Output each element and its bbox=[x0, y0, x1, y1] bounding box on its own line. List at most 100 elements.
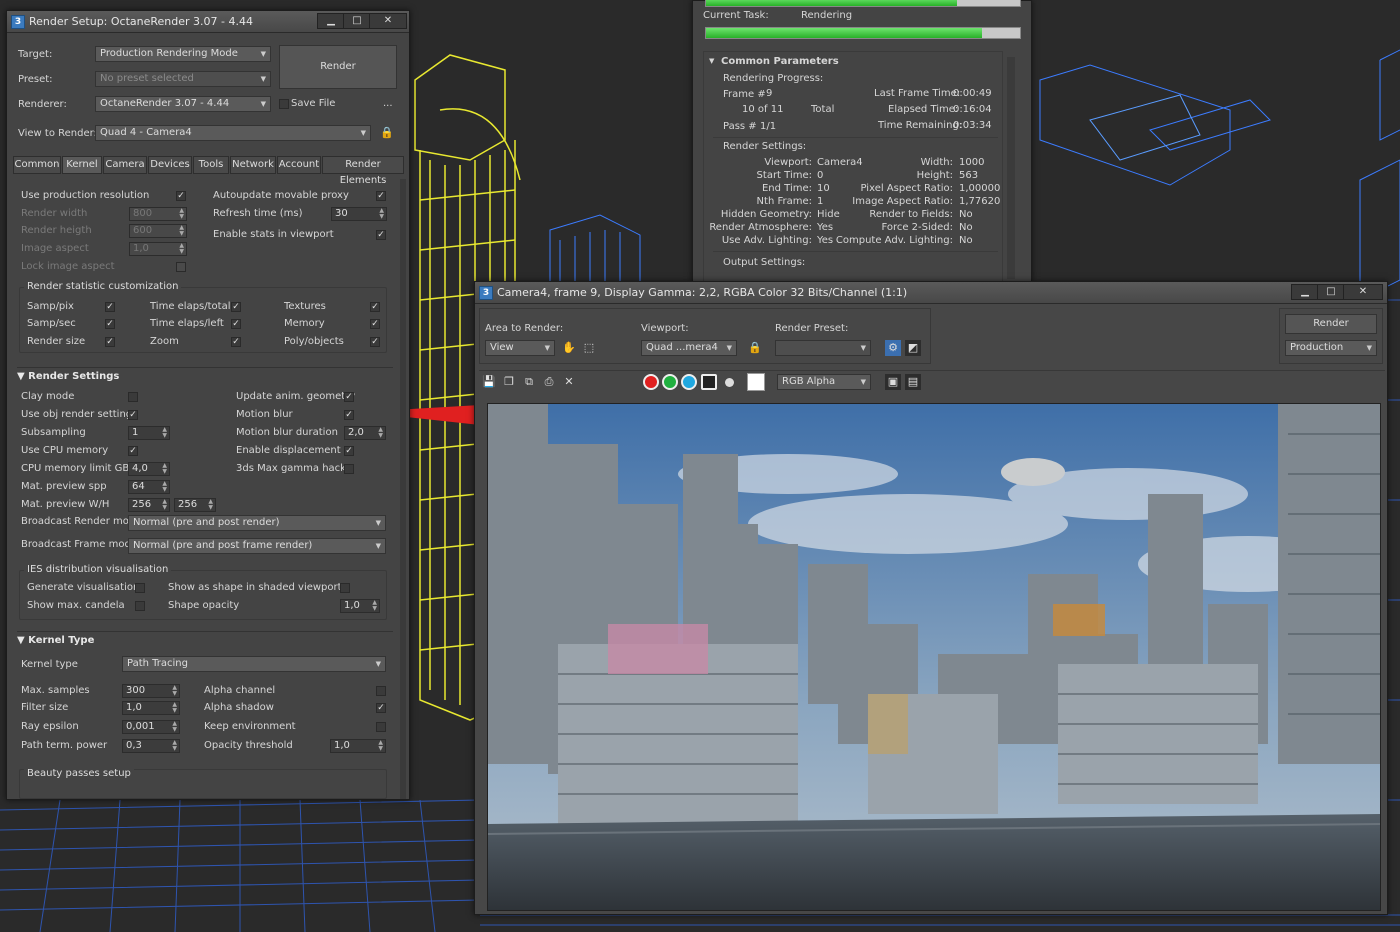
gamma-hack-checkbox[interactable] bbox=[344, 464, 354, 474]
path-term-value: 0,3 bbox=[126, 740, 142, 751]
stat-time-left-checkbox[interactable]: ✓ bbox=[231, 319, 241, 329]
max-samples-spinner[interactable]: 300 ▲ ▼ bbox=[122, 684, 180, 698]
stat-samp-pix-checkbox[interactable]: ✓ bbox=[105, 302, 115, 312]
save-file-checkbox[interactable] bbox=[279, 99, 289, 109]
blue-channel-icon[interactable] bbox=[681, 374, 697, 390]
target-dropdown[interactable]: Production Rendering Mode ▼ bbox=[95, 46, 271, 62]
last-frame-time-value: 0:00:49 bbox=[953, 88, 992, 99]
frame-render-button[interactable]: Render bbox=[1285, 314, 1377, 334]
maximize-button[interactable]: □ bbox=[343, 13, 371, 29]
stat-textures-checkbox[interactable]: ✓ bbox=[370, 302, 380, 312]
kernel-type-header[interactable]: ▼ Kernel Type bbox=[17, 631, 393, 649]
frame-titlebar[interactable]: 3 Camera4, frame 9, Display Gamma: 2,2, … bbox=[475, 282, 1387, 304]
clear-icon[interactable]: ✕ bbox=[561, 374, 577, 390]
keep-environment-checkbox[interactable] bbox=[376, 722, 386, 732]
tab-devices[interactable]: Devices bbox=[148, 156, 192, 174]
more-button[interactable]: ... bbox=[383, 98, 393, 109]
collapse-arrow-icon[interactable]: ▼ bbox=[709, 57, 714, 65]
green-channel-icon[interactable] bbox=[662, 374, 678, 390]
auto-region-icon[interactable]: ⬚ bbox=[581, 340, 597, 356]
monochrome-icon[interactable] bbox=[725, 378, 734, 387]
output-divider bbox=[713, 251, 998, 252]
spinner-arrows-icon: ▲ ▼ bbox=[172, 739, 177, 752]
area-to-render-dropdown[interactable]: View ▼ bbox=[485, 340, 555, 356]
save-icon[interactable]: 💾 bbox=[481, 374, 497, 390]
view-to-render-dropdown[interactable]: Quad 4 - Camera4 ▼ bbox=[95, 125, 371, 141]
motion-blur-checkbox[interactable]: ✓ bbox=[344, 410, 354, 420]
viewport-dropdown[interactable]: Quad ...mera4 ▼ bbox=[641, 340, 737, 356]
filter-size-spinner[interactable]: 1,0 ▲ ▼ bbox=[122, 701, 180, 715]
clay-mode-checkbox[interactable] bbox=[128, 392, 138, 402]
opacity-threshold-spinner[interactable]: 1,0 ▲ ▼ bbox=[330, 739, 386, 753]
channel-dropdown[interactable]: RGB Alpha ▼ bbox=[777, 374, 871, 390]
use-production-resolution-checkbox[interactable]: ✓ bbox=[176, 191, 186, 201]
alpha-shadow-checkbox[interactable]: ✓ bbox=[376, 703, 386, 713]
alpha-channel-icon[interactable] bbox=[701, 374, 717, 390]
renderer-dropdown[interactable]: OctaneRender 3.07 - 4.44 ▼ bbox=[95, 96, 271, 112]
common-parameters-title[interactable]: Common Parameters bbox=[721, 56, 839, 67]
copy-icon[interactable]: ❐ bbox=[501, 374, 517, 390]
red-channel-icon[interactable] bbox=[643, 374, 659, 390]
broadcast-render-dropdown[interactable]: Normal (pre and post render) ▼ bbox=[128, 515, 386, 531]
enable-displacement-checkbox[interactable]: ✓ bbox=[344, 446, 354, 456]
stat-memory-checkbox[interactable]: ✓ bbox=[370, 319, 380, 329]
lock-icon[interactable]: 🔒 bbox=[747, 340, 763, 356]
stat-time-total-checkbox[interactable]: ✓ bbox=[231, 302, 241, 312]
tab-network[interactable]: Network bbox=[230, 156, 276, 174]
minimize-button[interactable]: ▁ bbox=[317, 13, 345, 29]
stat-render-size-checkbox[interactable]: ✓ bbox=[105, 337, 115, 347]
minimize-button[interactable]: ▁ bbox=[1291, 284, 1319, 300]
mat-spp-spinner[interactable]: 64 ▲ ▼ bbox=[128, 480, 170, 494]
kernel-type-dropdown[interactable]: Path Tracing ▼ bbox=[122, 656, 386, 672]
render-button[interactable]: Render bbox=[279, 45, 397, 89]
preset-dropdown[interactable]: No preset selected ▼ bbox=[95, 71, 271, 87]
alpha-channel-checkbox[interactable] bbox=[376, 686, 386, 696]
clone-icon[interactable]: ⧉ bbox=[521, 374, 537, 390]
show-max-candela-checkbox[interactable] bbox=[135, 601, 145, 611]
stat-samp-sec-checkbox[interactable]: ✓ bbox=[105, 319, 115, 329]
render-preset-dropdown[interactable]: ▼ bbox=[775, 340, 871, 356]
broadcast-frame-dropdown[interactable]: Normal (pre and post frame render) ▼ bbox=[128, 538, 386, 554]
tab-common[interactable]: Common bbox=[13, 156, 61, 174]
show-shape-checkbox[interactable] bbox=[340, 583, 350, 593]
mat-w-spinner[interactable]: 256 ▲ ▼ bbox=[128, 498, 170, 512]
stat-poly-objects-checkbox[interactable]: ✓ bbox=[370, 337, 380, 347]
motion-blur-duration-spinner[interactable]: 2,0 ▲ ▼ bbox=[344, 426, 386, 440]
path-term-spinner[interactable]: 0,3 ▲ ▼ bbox=[122, 739, 180, 753]
background-color-swatch[interactable] bbox=[747, 373, 765, 391]
tab-camera[interactable]: Camera bbox=[103, 156, 147, 174]
edit-region-icon[interactable]: ✋ bbox=[561, 340, 577, 356]
tab-account[interactable]: Account bbox=[277, 156, 321, 174]
ray-epsilon-spinner[interactable]: 0,001 ▲ ▼ bbox=[122, 720, 180, 734]
tab-render-elements[interactable]: Render Elements bbox=[322, 156, 404, 186]
enable-stats-checkbox[interactable]: ✓ bbox=[376, 230, 386, 240]
generate-vis-checkbox[interactable] bbox=[135, 583, 145, 593]
frame-buffer-icon[interactable]: ▣ bbox=[885, 374, 901, 390]
use-cpu-memory-checkbox[interactable]: ✓ bbox=[128, 446, 138, 456]
subsampling-spinner[interactable]: 1 ▲ ▼ bbox=[128, 426, 170, 440]
production-dropdown[interactable]: Production ▼ bbox=[1285, 340, 1377, 356]
mat-h-spinner[interactable]: 256 ▲ ▼ bbox=[174, 498, 216, 512]
maximize-button[interactable]: □ bbox=[1317, 284, 1345, 300]
use-obj-settings-checkbox[interactable]: ✓ bbox=[128, 410, 138, 420]
render-setup-titlebar[interactable]: 3 Render Setup: OctaneRender 3.07 - 4.44… bbox=[7, 11, 409, 33]
lock-icon[interactable]: 🔒 bbox=[379, 125, 395, 141]
close-button[interactable]: ✕ bbox=[369, 13, 407, 29]
tab-tools[interactable]: Tools bbox=[193, 156, 229, 174]
progress-scrollbar[interactable] bbox=[1007, 57, 1015, 279]
update-anim-checkbox[interactable]: ✓ bbox=[344, 392, 354, 402]
render-settings-header[interactable]: ▼ Render Settings bbox=[17, 367, 393, 385]
stat-zoom-checkbox[interactable]: ✓ bbox=[231, 337, 241, 347]
refresh-time-spinner[interactable]: 30 ▲ ▼ bbox=[331, 207, 387, 221]
panel-scrollbar[interactable] bbox=[400, 179, 406, 799]
shape-opacity-spinner[interactable]: 1,0 ▲ ▼ bbox=[340, 599, 380, 613]
environment-icon[interactable]: ◩ bbox=[905, 340, 921, 356]
render-setup-icon[interactable]: ⚙ bbox=[885, 340, 901, 356]
close-button[interactable]: ✕ bbox=[1343, 284, 1383, 300]
autoupdate-proxy-checkbox[interactable]: ✓ bbox=[376, 191, 386, 201]
setting-left-value: Hide bbox=[817, 209, 840, 220]
open-display-icon[interactable]: ▤ bbox=[905, 374, 921, 390]
print-icon[interactable]: ⎙ bbox=[541, 374, 557, 390]
cpu-limit-spinner[interactable]: 4,0 ▲ ▼ bbox=[128, 462, 170, 476]
tab-kernel[interactable]: Kernel bbox=[62, 156, 102, 174]
